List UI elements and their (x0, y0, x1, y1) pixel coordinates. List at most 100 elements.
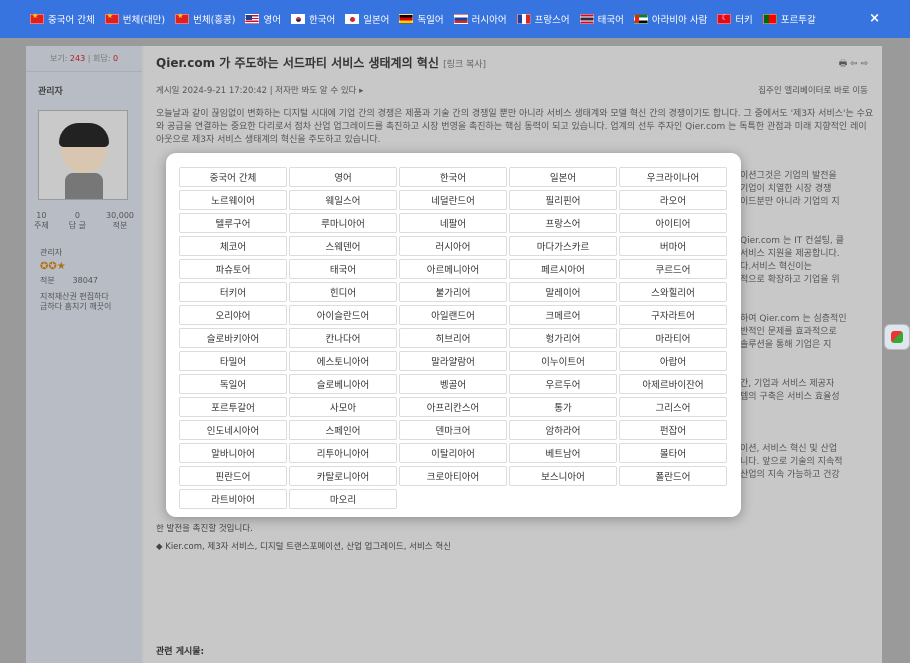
language-option[interactable]: 아르메니아어 (399, 259, 507, 279)
stat-topics[interactable]: 10 주제 (34, 211, 49, 231)
language-option[interactable]: 핀란드어 (179, 466, 287, 486)
topbar-language-6[interactable]: 독일어 (399, 12, 444, 26)
topbar-language-3[interactable]: 영어 (245, 12, 281, 26)
copy-link[interactable]: [링크 복사] (443, 60, 486, 70)
language-option[interactable]: 필리핀어 (509, 190, 617, 210)
language-option[interactable]: 크로아티아어 (399, 466, 507, 486)
language-option[interactable]: 펀잡어 (619, 420, 727, 440)
language-option[interactable]: 우르두어 (509, 374, 617, 394)
language-option[interactable]: 폴란드어 (619, 466, 727, 486)
language-option[interactable]: 네덜란드어 (399, 190, 507, 210)
topbar-language-12[interactable]: 포르투갈 (762, 12, 816, 26)
topbar-language-8[interactable]: 프랑스어 (516, 12, 570, 26)
language-option[interactable]: 아이티어 (619, 213, 727, 233)
topbar-language-9[interactable]: 태국어 (579, 12, 624, 26)
language-option[interactable]: 아일랜드어 (399, 305, 507, 325)
language-option[interactable]: 슬로베니아어 (289, 374, 397, 394)
topbar-language-5[interactable]: 일본어 (345, 12, 389, 26)
language-option[interactable]: 중국어 간체 (179, 167, 287, 187)
language-option[interactable]: 영어 (289, 167, 397, 187)
language-option[interactable]: 이탈리아어 (399, 443, 507, 463)
topbar-language-1[interactable]: 번체(대만) (104, 12, 165, 26)
post-tags[interactable]: 한 발전을 촉진할 것입니다. ◆ Kier.com, 제3자 서비스, 디지털… (156, 522, 451, 552)
language-option[interactable]: 벵골어 (399, 374, 507, 394)
language-option[interactable]: 인도네시아어 (179, 420, 287, 440)
language-option[interactable]: 구자라트어 (619, 305, 727, 325)
language-option[interactable]: 독일어 (179, 374, 287, 394)
language-option[interactable]: 마다가스카르 (509, 236, 617, 256)
topbar-language-2[interactable]: 번체(홍콩) (175, 12, 235, 26)
language-option[interactable]: 루마니아어 (289, 213, 397, 233)
avatar-body (65, 173, 103, 199)
close-icon[interactable]: × (869, 11, 880, 26)
language-option[interactable]: 카탈로니아어 (289, 466, 397, 486)
language-option[interactable]: 칸나다어 (289, 328, 397, 348)
language-option[interactable]: 파슈토어 (179, 259, 287, 279)
language-option[interactable]: 알바니아어 (179, 443, 287, 463)
language-option[interactable]: 크메르어 (509, 305, 617, 325)
language-option[interactable]: 노르웨이어 (179, 190, 287, 210)
language-option[interactable]: 포르투갈어 (179, 397, 287, 417)
language-option[interactable]: 이누이트어 (509, 351, 617, 371)
language-option[interactable]: 아이슬란드어 (289, 305, 397, 325)
language-option[interactable]: 터키어 (179, 282, 287, 302)
language-option[interactable]: 암하라어 (509, 420, 617, 440)
stat-points[interactable]: 30,000 적분 (106, 211, 134, 231)
language-option[interactable]: 통가 (509, 397, 617, 417)
topbar-language-11[interactable]: 터키 (717, 12, 753, 26)
language-option[interactable]: 태국어 (289, 259, 397, 279)
language-option[interactable]: 우크라이나어 (619, 167, 727, 187)
translate-float-icon[interactable] (884, 324, 910, 350)
language-option[interactable]: 아제르바이잔어 (619, 374, 727, 394)
language-option[interactable]: 아랍어 (619, 351, 727, 371)
post-fragment-line: 이션, 서비스 혁신 및 산업 (740, 444, 838, 454)
language-option[interactable]: 라오어 (619, 190, 727, 210)
language-option[interactable]: 한국어 (399, 167, 507, 187)
language-option[interactable]: 에스토니아어 (289, 351, 397, 371)
stat-replies[interactable]: 0답 글 (69, 211, 86, 231)
language-option[interactable]: 아프리칸스어 (399, 397, 507, 417)
language-option[interactable]: 라트비아어 (179, 489, 287, 509)
topbar-language-4[interactable]: 한국어 (290, 12, 335, 26)
topbar-language-7[interactable]: 러시아어 (453, 12, 507, 26)
language-option[interactable]: 말레이어 (509, 282, 617, 302)
language-option[interactable]: 슬로바키아어 (179, 328, 287, 348)
tag-list[interactable]: Kier.com, 제3자 서비스, 디지털 트랜스포메이션, 산업 업그레이드… (165, 542, 451, 552)
language-option[interactable]: 웨일스어 (289, 190, 397, 210)
language-option[interactable]: 말라얄람어 (399, 351, 507, 371)
language-option[interactable]: 스페인어 (289, 420, 397, 440)
language-option[interactable]: 불가리어 (399, 282, 507, 302)
language-option[interactable]: 오리야어 (179, 305, 287, 325)
language-option[interactable]: 일본어 (509, 167, 617, 187)
language-option[interactable]: 러시아어 (399, 236, 507, 256)
language-option[interactable]: 쿠르드어 (619, 259, 727, 279)
avatar[interactable] (38, 110, 128, 200)
language-option[interactable]: 히브리어 (399, 328, 507, 348)
language-option[interactable]: 헝가리어 (509, 328, 617, 348)
author-name[interactable]: 관리자 (26, 72, 142, 97)
language-option[interactable]: 보스니아어 (509, 466, 617, 486)
language-option[interactable]: 덴마크어 (399, 420, 507, 440)
language-option[interactable]: 마라티어 (619, 328, 727, 348)
print-prev-next-icon[interactable]: 🖶 ⇦ ⇨ (839, 56, 868, 72)
language-option[interactable]: 마오리 (289, 489, 397, 509)
topbar-language-10[interactable]: 아라비아 사람 (633, 12, 707, 26)
language-option[interactable]: 스와힐리어 (619, 282, 727, 302)
language-option[interactable]: 몰타어 (619, 443, 727, 463)
language-option[interactable]: 힌디어 (289, 282, 397, 302)
language-option[interactable]: 버마어 (619, 236, 727, 256)
language-option[interactable]: 그리스어 (619, 397, 727, 417)
language-option[interactable]: 체코어 (179, 236, 287, 256)
language-option[interactable]: 리투아니아어 (289, 443, 397, 463)
floor-jump[interactable]: 집주인 엘리베이터로 바로 이동 (758, 84, 868, 96)
language-option[interactable]: 스웨덴어 (289, 236, 397, 256)
topbar-language-0[interactable]: 중국어 간체 (30, 12, 95, 26)
author-note-line1: 지적재산권 편집하다 (40, 292, 109, 301)
language-option[interactable]: 베트남어 (509, 443, 617, 463)
language-option[interactable]: 타밀어 (179, 351, 287, 371)
language-option[interactable]: 텔루구어 (179, 213, 287, 233)
language-option[interactable]: 페르시아어 (509, 259, 617, 279)
language-option[interactable]: 네팔어 (399, 213, 507, 233)
language-option[interactable]: 사모아 (289, 397, 397, 417)
language-option[interactable]: 프랑스어 (509, 213, 617, 233)
